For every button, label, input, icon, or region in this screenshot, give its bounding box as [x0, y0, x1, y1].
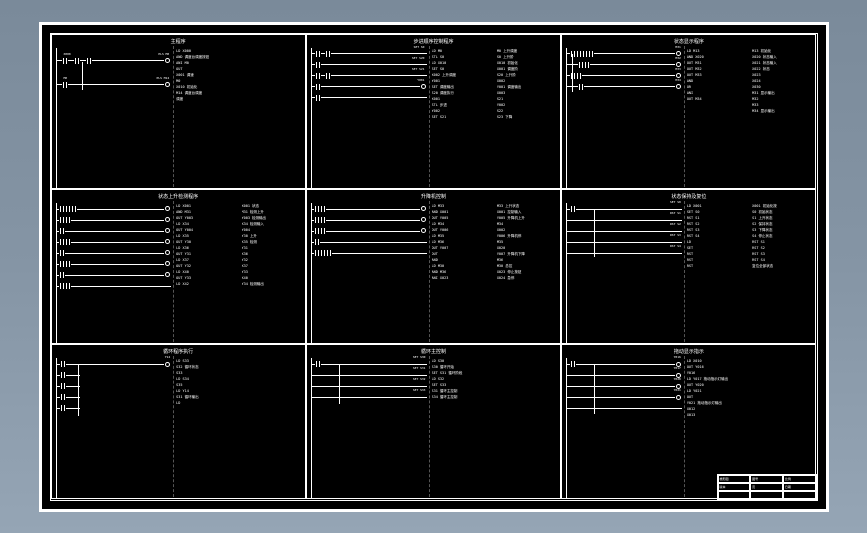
cell-0: 主程序 X000PLS M0 M0PLS M14 LD X000 AND 调度台… — [51, 34, 306, 189]
ladder-3 — [54, 201, 174, 342]
tb-sheet: 图号 — [750, 475, 783, 483]
cell-5: 状态保持及复位 SET S0 RST S1 RST S2 RST S3 RST … — [561, 189, 816, 344]
ladder-7: SET S30 SET S31 SET S32 SET S33 — [309, 356, 429, 497]
cell-7: 循环主控制 SET S30 SET S31 SET S32 SET S33 LD… — [306, 344, 561, 499]
ladder-6: Y14 — [54, 356, 174, 497]
ladder-5: SET S0 RST S1 RST S2 RST S3 RST S4 — [564, 201, 684, 342]
inner-border: 主程序 X000PLS M0 M0PLS M14 LD X000 AND 调度台… — [50, 33, 818, 501]
tb-scale: 比例 — [783, 475, 816, 483]
notes-7: LD S30 S30 循环开始 SET S31 循环阶段 LD S32 SET … — [429, 356, 559, 497]
cell-title: 步进顺序控制程序 — [309, 37, 558, 46]
notes-4: LD M33 AND X001 OUT Y005 LD M34 OUT Y006… — [429, 201, 559, 342]
cell-title: 循环主控制 — [309, 347, 558, 356]
title-block: 梯形图 图号 比例 版本 页 日期 — [717, 474, 817, 500]
tb-project: 梯形图 — [718, 475, 751, 483]
cell-4: 升降机控制 LD M33 AND X001 OUT — [306, 189, 561, 344]
ladder-1: SET S0 SET S20 SET S21 Y001 — [309, 46, 429, 187]
ladder-8: Y016 Y017 Y020 Y021 — [564, 356, 684, 497]
cell-title: 主程序 — [54, 37, 303, 46]
cell-title: 状态显示程序 — [564, 37, 813, 46]
tb-date: 日期 — [783, 483, 816, 491]
cell-title: 循环程序执行 — [54, 347, 303, 356]
cell-title: 拖动显示指示 — [564, 347, 813, 356]
notes-3: LD X001 AND M31 OUT Y003 LD X34 OUT Y004… — [173, 201, 303, 342]
tb-page: 页 — [750, 483, 783, 491]
ladder-4 — [309, 201, 429, 342]
diagram-grid: 主程序 X000PLS M0 M0PLS M14 LD X000 AND 调度台… — [51, 34, 817, 500]
cell-6: 循环程序执行 Y14 LD S33 S32 循环状态 S3 — [51, 344, 306, 499]
notes-2: LD M13 AND X020 OUT M31 OUT M32 OUT M33 … — [684, 46, 814, 187]
cell-2: 状态显示程序 M31 M32 M33 M34 LD M13 AND X020 — [561, 34, 816, 189]
cell-1: 步进顺序控制程序 SET S0 SET S20 SET S21 Y001 LD … — [306, 34, 561, 189]
ladder-0: X000PLS M0 M0PLS M14 — [54, 46, 174, 187]
cell-title: 升降机控制 — [309, 192, 558, 201]
notes-5: LD X001 SET S0 RST S1 RST S2 RST S3 RST … — [684, 201, 814, 342]
notes-0: LD X000 AND 调度台调度按钮 ANI M0 OUT X001 调速 M… — [173, 46, 303, 187]
cell-3: 状态上升检测程序 LD X0 — [51, 189, 306, 344]
tb-rev: 版本 — [718, 483, 751, 491]
cad-drawing-frame: 主程序 X000PLS M0 M0PLS M14 LD X000 AND 调度台… — [39, 22, 829, 512]
cell-title: 状态保持及复位 — [564, 192, 813, 201]
ladder-2: M31 M32 M33 M34 — [564, 46, 684, 187]
notes-1: LD M0 STL S0 LD X010 SET S0 X002 上升调度 Y0… — [429, 46, 559, 187]
notes-6: LD S33 S32 循环状态 S33 LD S34 S35 LD Y14 S3… — [173, 356, 303, 497]
cell-title: 状态上升检测程序 — [54, 192, 303, 201]
